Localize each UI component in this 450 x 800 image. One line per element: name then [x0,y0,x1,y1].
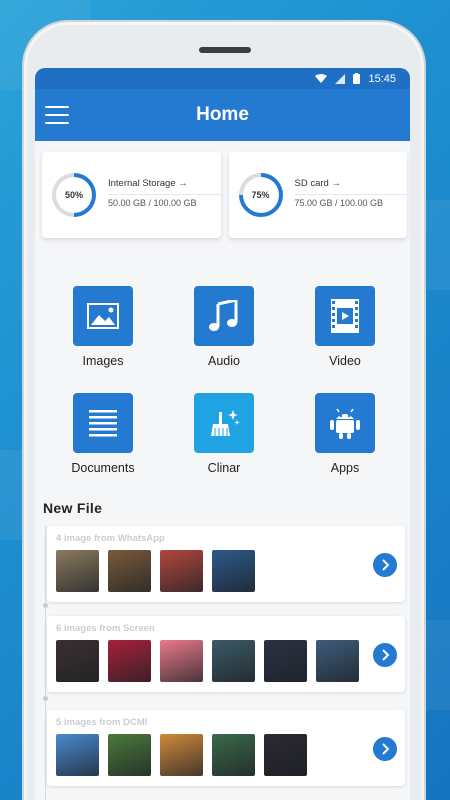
timeline-dot [43,603,48,608]
image-thumbnail[interactable] [212,550,255,592]
category-label: Images [82,354,124,368]
divider [294,194,407,195]
timeline-line [45,526,46,800]
storage-name: SD card → [294,178,341,189]
menu-line [45,106,69,108]
file-group-title: 6 images from Screen [56,623,155,634]
file-group-title: 4 image from WhatsApp [56,533,165,544]
image-icon [87,303,119,329]
hamburger-menu-button[interactable] [45,106,69,124]
menu-line [45,114,69,116]
internal-storage-card[interactable]: 50% Internal Storage → 50.00 GB / 100.00… [42,152,221,238]
category-icon-box [73,393,133,453]
open-group-button[interactable] [373,643,397,667]
category-icon-box [315,286,375,346]
category-icon-box [73,286,133,346]
file-group-screen[interactable]: 6 images from Screen [47,616,405,692]
image-thumbnail[interactable] [212,640,255,682]
category-label: Clinar [207,461,241,475]
thumbnail-row [56,550,255,592]
battery-icon [353,73,361,84]
divider [108,194,221,195]
storage-cards: 50% Internal Storage → 50.00 GB / 100.00… [42,152,407,238]
category-audio[interactable]: Audio [174,286,274,368]
image-thumbnail[interactable] [160,550,203,592]
category-clinar[interactable]: Clinar [174,393,274,475]
sd-card-storage-card[interactable]: 75% SD card → 75.00 GB / 100.00 GB [228,152,407,238]
file-group-title: 5 images from DCMI [56,717,148,728]
category-documents[interactable]: Documents [53,393,153,475]
image-thumbnail[interactable] [108,550,151,592]
image-thumbnail[interactable] [264,640,307,682]
chevron-right-icon [382,743,390,755]
category-label: Documents [71,461,135,475]
category-icon-box [194,393,254,453]
page-title: Home [196,104,249,125]
storage-progress-ring: 75% [238,173,283,217]
image-thumbnail[interactable] [56,734,99,776]
image-thumbnail[interactable] [160,734,203,776]
image-thumbnail[interactable] [108,640,151,682]
thumbnail-row [56,640,359,682]
storage-name: Internal Storage → [108,178,188,189]
open-group-button[interactable] [373,553,397,577]
signal-icon [335,73,346,84]
category-icon-box [315,393,375,453]
film-icon [331,299,359,333]
storage-percent: 50% [56,177,92,213]
broom-sparkle-icon [211,410,240,436]
phone-speaker [199,47,251,53]
menu-line [45,122,69,124]
chevron-right-icon [382,649,390,661]
thumbnail-row [56,734,307,776]
wifi-icon [315,73,328,83]
category-label: Audio [208,354,240,368]
category-images[interactable]: Images [53,286,153,368]
status-time: 15:45 [368,72,396,85]
music-note-icon [209,300,238,331]
category-apps[interactable]: Apps [295,393,395,475]
image-thumbnail[interactable] [212,734,255,776]
image-thumbnail[interactable] [264,734,307,776]
storage-size: 50.00 GB / 100.00 GB [108,198,197,208]
timeline-dot [43,696,48,701]
file-group-dcmi[interactable]: 5 images from DCMI [47,710,405,786]
storage-percent: 75% [242,177,279,213]
chevron-right-icon [382,559,390,571]
storage-progress-ring: 50% [52,173,96,217]
open-group-button[interactable] [373,737,397,761]
category-label: Apps [330,461,360,475]
app-screen: 15:45 Home 50% Internal Storage → 50.00 … [35,68,410,800]
new-file-heading: New File [43,500,103,516]
document-lines-icon [89,410,117,437]
android-icon [330,408,360,439]
image-thumbnail[interactable] [56,550,99,592]
image-thumbnail[interactable] [56,640,99,682]
category-video[interactable]: Video [295,286,395,368]
file-group-whatsapp[interactable]: 4 image from WhatsApp [47,526,405,602]
status-bar: 15:45 [35,68,410,89]
category-label: Video [329,354,361,368]
image-thumbnail[interactable] [316,640,359,682]
image-thumbnail[interactable] [160,640,203,682]
storage-size: 75.00 GB / 100.00 GB [294,198,384,208]
category-icon-box [194,286,254,346]
app-bar: Home [35,89,410,141]
image-thumbnail[interactable] [108,734,151,776]
